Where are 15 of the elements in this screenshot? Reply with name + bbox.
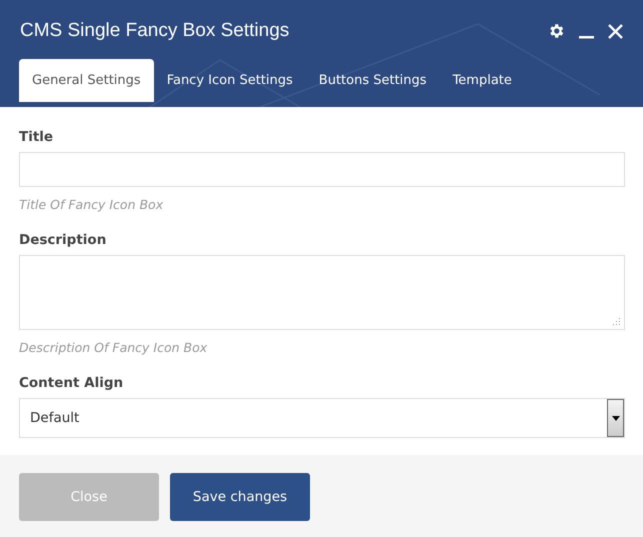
field-label: Content Align: [19, 375, 124, 391]
save-button[interactable]: Save changes: [170, 473, 310, 521]
field-label: Description: [19, 232, 108, 248]
tab[interactable]: Template: [440, 59, 525, 102]
tab[interactable]: Fancy Icon Settings: [154, 59, 306, 102]
field-hint: Title Of Fancy Icon Box: [19, 197, 164, 212]
tab[interactable]: General Settings: [19, 59, 154, 102]
description-field[interactable]: [19, 255, 625, 330]
align-dropdown[interactable]: Default: [19, 398, 625, 438]
title-field[interactable]: [19, 152, 625, 187]
field-hint: Description Of Fancy Icon Box: [19, 340, 208, 355]
tab[interactable]: Buttons Settings: [306, 59, 440, 102]
close-icon[interactable]: [608, 24, 623, 38]
field-label: Title: [19, 129, 54, 145]
window-title: CMS Single Fancy Box Settings: [20, 20, 290, 42]
